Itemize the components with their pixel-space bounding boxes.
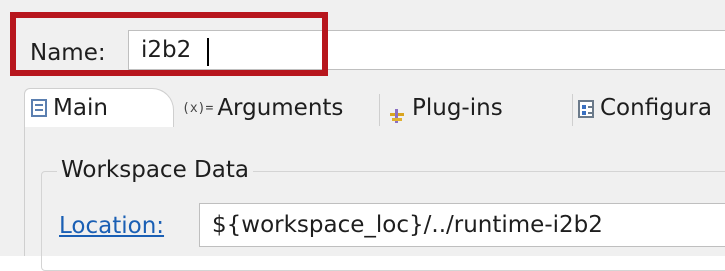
- location-input[interactable]: [199, 203, 725, 247]
- tab-strip: Main (x)= Arguments Plug-ins Configura: [24, 84, 725, 128]
- tab-arguments-label: Arguments: [217, 95, 344, 121]
- tab-configuration-label: Configura: [600, 95, 712, 121]
- main-tab-icon: [31, 99, 47, 117]
- text-caret: [207, 38, 209, 66]
- arguments-icon: (x)=: [182, 101, 214, 116]
- tab-main-label: Main: [53, 94, 108, 121]
- location-link[interactable]: Location:: [59, 209, 164, 243]
- name-input[interactable]: [128, 30, 725, 70]
- main-tab-content: Workspace Data Location:: [24, 127, 725, 271]
- plugin-icon: [388, 100, 406, 123]
- tab-configuration[interactable]: Configura: [574, 90, 725, 127]
- tab-separator: [379, 94, 380, 126]
- tab-main[interactable]: Main: [24, 88, 174, 128]
- tab-arguments[interactable]: (x)= Arguments: [178, 90, 378, 127]
- workspace-data-title: Workspace Data: [57, 155, 253, 185]
- launch-configuration-dialog: Name: Main (x)= Arguments Plug-ins: [0, 0, 725, 271]
- tab-plug-ins-label: Plug-ins: [412, 95, 503, 121]
- left-margin: [0, 84, 24, 256]
- configuration-icon: [578, 99, 594, 118]
- name-row: Name:: [0, 0, 725, 84]
- tab-plug-ins[interactable]: Plug-ins: [384, 90, 570, 127]
- name-label: Name:: [30, 40, 106, 66]
- tab-separator: [572, 94, 573, 126]
